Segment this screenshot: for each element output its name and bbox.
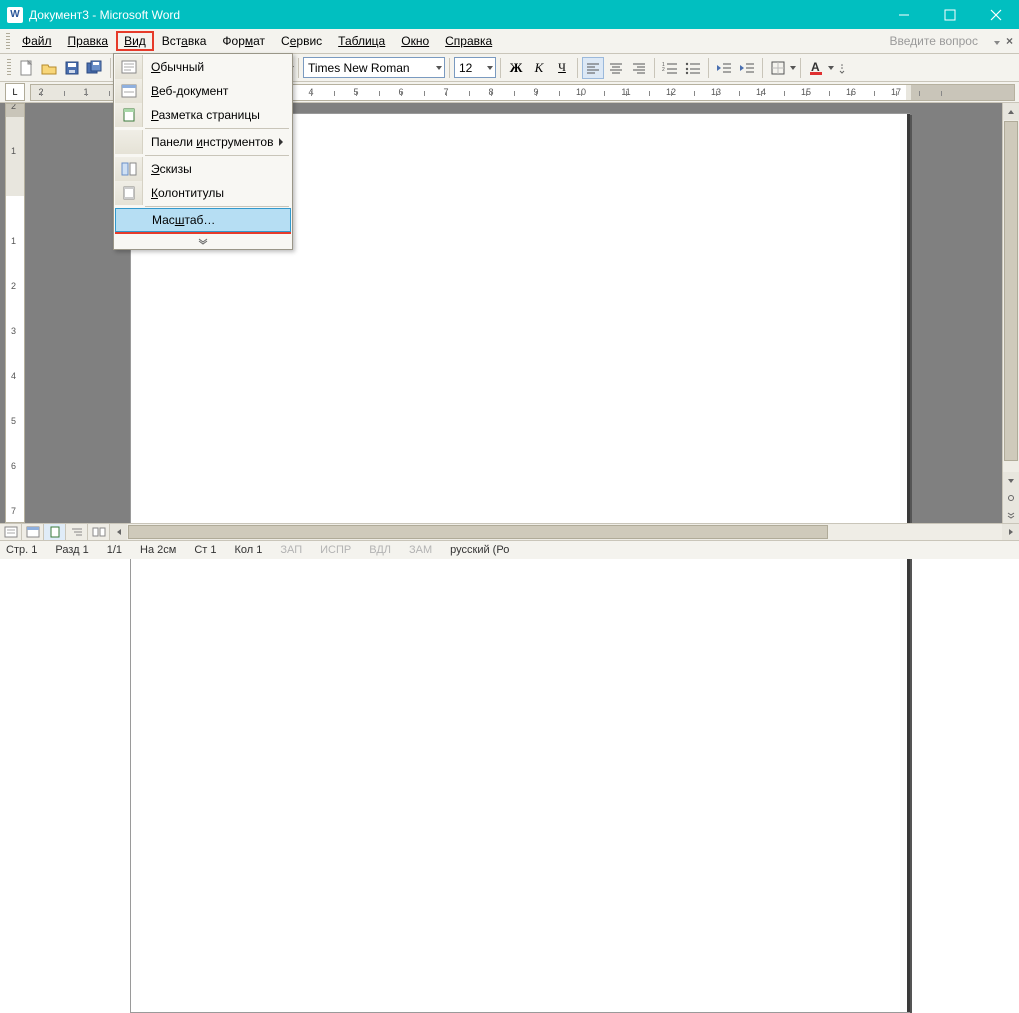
- menu-item-label: Масштаб…: [152, 213, 215, 227]
- align-left-button[interactable]: [582, 57, 604, 79]
- menu-expand-button[interactable]: [115, 234, 291, 248]
- view-reading-button[interactable]: [88, 524, 110, 540]
- menu-bar: Файл Правка Вид Вставка Формат Сервис Та…: [0, 29, 1019, 54]
- borders-dropdown[interactable]: [790, 66, 796, 70]
- view-outline-button[interactable]: [66, 524, 88, 540]
- menu-item-label: Обычный: [151, 60, 204, 74]
- menu-item-label: Веб-документ: [151, 84, 228, 98]
- status-rec: ЗАП: [280, 544, 302, 556]
- menu-tools[interactable]: Сервис: [273, 31, 330, 51]
- vscroll-thumb[interactable]: [1004, 121, 1018, 461]
- menu-item-thumbnails[interactable]: Эскизы: [115, 157, 291, 181]
- close-doc-button[interactable]: ×: [1006, 34, 1013, 48]
- status-bar: Стр. 1 Разд 1 1/1 На 2см Ст 1 Кол 1 ЗАП …: [0, 541, 1019, 559]
- thumbnails-icon: [121, 162, 137, 176]
- italic-button[interactable]: К: [528, 57, 550, 79]
- next-page-button[interactable]: [1003, 506, 1019, 523]
- window-title: Документ3 - Microsoft Word: [29, 8, 180, 22]
- submenu-arrow-icon: [279, 138, 283, 146]
- save-button[interactable]: [61, 57, 83, 79]
- font-size-value: 12: [459, 61, 472, 75]
- svg-text:2: 2: [662, 67, 665, 73]
- menu-item-header-footer[interactable]: Колонтитулы: [115, 181, 291, 205]
- menu-item-toolbars[interactable]: Панели инструментов: [115, 130, 291, 154]
- status-page: Стр. 1: [6, 544, 37, 556]
- menu-item-label: Эскизы: [151, 162, 192, 176]
- close-button[interactable]: [973, 0, 1019, 29]
- font-name-combo[interactable]: Times New Roman: [303, 57, 445, 78]
- help-dropdown-icon[interactable]: [994, 34, 1000, 48]
- save-all-button[interactable]: [84, 57, 106, 79]
- toolbar-grip-1[interactable]: [7, 59, 11, 77]
- font-size-combo[interactable]: 12: [454, 57, 496, 78]
- hscroll-left-button[interactable]: [110, 524, 127, 540]
- svg-text:A: A: [811, 60, 820, 74]
- new-doc-button[interactable]: [15, 57, 37, 79]
- status-line: Ст 1: [194, 544, 216, 556]
- web-layout-icon: [121, 84, 137, 98]
- status-trk: ИСПР: [320, 544, 351, 556]
- font-color-button[interactable]: A: [805, 57, 827, 79]
- menu-insert[interactable]: Вставка: [154, 31, 215, 51]
- ask-question-box[interactable]: Введите вопрос: [889, 34, 990, 48]
- menu-window[interactable]: Окно: [393, 31, 437, 51]
- scroll-up-button[interactable]: [1003, 103, 1019, 120]
- title-bar: W Документ3 - Microsoft Word: [0, 0, 1019, 29]
- status-col: Кол 1: [234, 544, 262, 556]
- open-button[interactable]: [38, 57, 60, 79]
- prev-page-button[interactable]: [1003, 489, 1019, 506]
- toolbar-overflow-3[interactable]: [837, 57, 847, 79]
- menu-view[interactable]: Вид: [116, 31, 154, 51]
- view-print-button[interactable]: [44, 524, 66, 540]
- menu-item-print-layout[interactable]: Разметка страницы: [115, 103, 291, 127]
- normal-view-icon: [121, 60, 137, 74]
- scroll-down-button[interactable]: [1003, 472, 1019, 489]
- menu-grip[interactable]: [6, 33, 10, 49]
- menu-item-label: Колонтитулы: [151, 186, 224, 200]
- font-color-dropdown[interactable]: [828, 66, 834, 70]
- align-right-button[interactable]: [628, 57, 650, 79]
- status-at: На 2см: [140, 544, 176, 556]
- menu-table[interactable]: Таблица: [330, 31, 393, 51]
- view-web-button[interactable]: [22, 524, 44, 540]
- view-menu-dropdown: Обычный Веб-документ Разметка страницы П…: [113, 53, 293, 250]
- borders-button[interactable]: [767, 57, 789, 79]
- status-lang: русский (Ро: [450, 544, 509, 556]
- minimize-button[interactable]: [881, 0, 927, 29]
- menu-edit[interactable]: Правка: [60, 31, 117, 51]
- menu-item-label: Разметка страницы: [151, 108, 260, 122]
- bold-button[interactable]: Ж: [505, 57, 527, 79]
- menu-item-label: Панели инструментов: [151, 135, 273, 149]
- status-ovr: ЗАМ: [409, 544, 432, 556]
- status-pages: 1/1: [107, 544, 122, 556]
- menu-item-web[interactable]: Веб-документ: [115, 79, 291, 103]
- print-layout-icon: [121, 108, 137, 122]
- hscroll-thumb[interactable]: [128, 525, 828, 539]
- menu-format[interactable]: Формат: [214, 31, 273, 51]
- view-normal-button[interactable]: [0, 524, 22, 540]
- menu-item-zoom[interactable]: Масштаб…: [115, 208, 291, 232]
- maximize-button[interactable]: [927, 0, 973, 29]
- font-name-value: Times New Roman: [308, 61, 410, 75]
- header-footer-icon: [121, 186, 137, 200]
- increase-indent-button[interactable]: [736, 57, 758, 79]
- vertical-scrollbar[interactable]: [1002, 103, 1019, 523]
- status-section: Разд 1: [55, 544, 88, 556]
- underline-button[interactable]: Ч: [551, 57, 573, 79]
- status-ext: ВДЛ: [369, 544, 391, 556]
- bullet-list-button[interactable]: [682, 57, 704, 79]
- numbered-list-button[interactable]: 12: [659, 57, 681, 79]
- view-buttons-strip: [0, 523, 1019, 541]
- align-center-button[interactable]: [605, 57, 627, 79]
- decrease-indent-button[interactable]: [713, 57, 735, 79]
- menu-help[interactable]: Справка: [437, 31, 500, 51]
- word-app-icon: W: [7, 7, 23, 23]
- menu-item-normal[interactable]: Обычный: [115, 55, 291, 79]
- tab-selector[interactable]: L: [5, 83, 25, 101]
- vertical-ruler[interactable]: 2112345678: [5, 103, 25, 523]
- horizontal-scrollbar[interactable]: [110, 524, 1019, 540]
- menu-file[interactable]: Файл: [14, 31, 60, 51]
- hscroll-right-button[interactable]: [1002, 524, 1019, 540]
